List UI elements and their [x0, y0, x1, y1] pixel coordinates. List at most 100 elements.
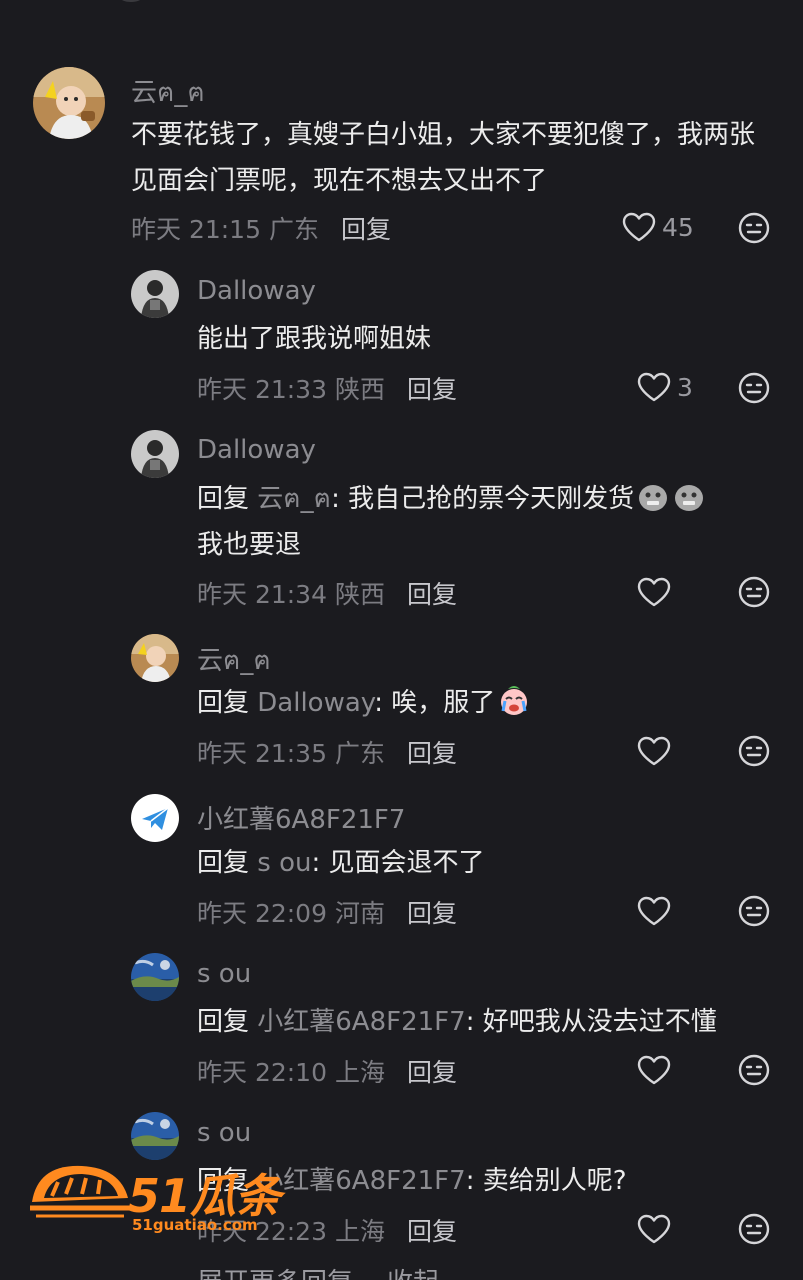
like-button[interactable] — [637, 1214, 671, 1244]
heart-outline-icon — [637, 1214, 671, 1244]
emoji-reaction-button[interactable] — [738, 1054, 770, 1086]
reply-target-username[interactable]: s ou — [257, 848, 311, 878]
comment-meta: 昨天 21:35 广东 回复 — [197, 734, 457, 770]
neutral-face-icon — [738, 372, 770, 404]
username[interactable]: s ou — [197, 1118, 251, 1148]
reply-button[interactable]: 回复 — [407, 580, 457, 609]
heart-outline-icon — [637, 896, 671, 926]
expand-more-replies-button[interactable]: 展开更多回复 — [197, 1268, 353, 1280]
reply-text: : 见面会退不了 — [311, 848, 485, 878]
neutral-face-icon — [738, 212, 770, 244]
emoji-reaction-button[interactable] — [738, 372, 770, 404]
thread-controls: 展开更多回复 收起 — [197, 1262, 439, 1280]
username[interactable]: 云ฅ_ฅ — [197, 640, 271, 681]
comment-meta: 昨天 22:09 河南 回复 — [197, 894, 457, 930]
emoji-reaction-button[interactable] — [738, 576, 770, 608]
reply-prefix: 回复 — [197, 484, 258, 514]
comment-thread: 云ฅ_ฅ 不要花钱了，真嫂子白小姐，大家不要犯傻了，我两张见面会门票呢，现在不想… — [0, 0, 803, 1280]
watermark: 51瓜条 51guatiao.com — [28, 1158, 281, 1238]
comment-text: 回复 云ฅ_ฅ: 我自己抢的票今天刚发货 我也要退 — [197, 476, 777, 568]
neutral-face-icon — [738, 895, 770, 927]
timestamp: 昨天 22:10 — [197, 1058, 327, 1087]
like-count: 3 — [677, 372, 693, 402]
reply-target-username[interactable]: 小红薯6A8F21F7 — [257, 1007, 465, 1037]
like-button[interactable] — [637, 736, 671, 766]
avatar[interactable] — [131, 1112, 179, 1160]
comment-text: 回复 s ou: 见面会退不了 — [197, 840, 767, 886]
grimace-emoji-icon — [672, 479, 706, 513]
heart-outline-icon — [637, 577, 671, 607]
avatar[interactable] — [131, 430, 179, 478]
location: 广东 — [269, 215, 320, 244]
reply-prefix: 回复 — [197, 1007, 258, 1037]
like-button[interactable] — [637, 896, 671, 926]
timestamp: 昨天 22:09 — [197, 899, 327, 928]
comment-text: 回复 小红薯6A8F21F7: 卖给别人呢? — [197, 1158, 777, 1204]
like-button[interactable] — [637, 1055, 671, 1085]
comment-text: 不要花钱了，真嫂子白小姐，大家不要犯傻了，我两张见面会门票呢，现在不想去又出不了 — [131, 120, 756, 196]
comment-text: 能出了跟我说啊姐妹 — [197, 324, 432, 354]
comment-text: 回复 小红薯6A8F21F7: 好吧我从没去过不懂 — [197, 999, 777, 1045]
grimace-emoji-icon — [636, 479, 670, 513]
heart-outline-icon — [637, 372, 671, 402]
timestamp: 昨天 21:34 — [197, 580, 327, 609]
avatar[interactable] — [131, 953, 179, 1001]
username[interactable]: Dalloway — [197, 435, 316, 465]
emoji-reaction-button[interactable] — [738, 1213, 770, 1245]
reply-target-username[interactable]: 小红薯6A8F21F7 — [257, 1166, 465, 1196]
reply-text-continued: 我也要退 — [197, 530, 302, 560]
timestamp: 昨天 21:33 — [197, 375, 327, 404]
emoji-reaction-button[interactable] — [738, 895, 770, 927]
location: 上海 — [335, 1058, 386, 1087]
comment-meta: 昨天 21:15 广东 回复 — [131, 210, 391, 246]
reply-target-username[interactable]: Dalloway — [257, 688, 374, 718]
timestamp: 昨天 21:35 — [197, 739, 327, 768]
reply-prefix: 回复 — [197, 688, 258, 718]
neutral-face-icon — [738, 1213, 770, 1245]
like-button[interactable] — [637, 577, 671, 607]
reply-prefix: 回复 — [197, 848, 258, 878]
location: 陕西 — [335, 375, 386, 404]
reply-button[interactable]: 回复 — [341, 215, 391, 244]
heart-outline-icon — [622, 212, 656, 242]
reply-text: : 卖给别人呢? — [465, 1166, 627, 1196]
collapse-button[interactable]: 收起 — [387, 1268, 439, 1280]
reply-button[interactable]: 回复 — [407, 375, 457, 404]
like-button[interactable]: 45 — [622, 212, 694, 242]
avatar[interactable] — [33, 67, 105, 139]
heart-outline-icon — [637, 736, 671, 766]
emoji-reaction-button[interactable] — [738, 212, 770, 244]
avatar[interactable] — [131, 634, 179, 682]
heart-outline-icon — [637, 1055, 671, 1085]
avatar[interactable] — [131, 794, 179, 842]
reply-text: : 唉，服了 — [374, 688, 496, 718]
username[interactable]: s ou — [197, 959, 251, 989]
reply-target-username[interactable]: 云ฅ_ฅ — [257, 484, 331, 514]
location: 上海 — [335, 1217, 386, 1246]
username[interactable]: 云ฅ_ฅ — [131, 72, 205, 113]
reply-text: : 我自己抢的票今天刚发货 — [331, 484, 635, 514]
username[interactable]: Dalloway — [197, 276, 316, 306]
neutral-face-icon — [738, 1054, 770, 1086]
reply-button[interactable]: 回复 — [407, 739, 457, 768]
comment-meta: 昨天 21:34 陕西 回复 — [197, 575, 457, 611]
reply-button[interactable]: 回复 — [407, 1217, 457, 1246]
location: 陕西 — [335, 580, 386, 609]
location: 广东 — [335, 739, 386, 768]
reply-button[interactable]: 回复 — [407, 899, 457, 928]
comment-text: 回复 Dalloway: 唉，服了 — [197, 680, 767, 726]
reply-text: : 好吧我从没去过不懂 — [465, 1007, 717, 1037]
username[interactable]: 小红薯6A8F21F7 — [197, 799, 405, 836]
crying-emoji-icon — [497, 683, 531, 717]
location: 河南 — [335, 899, 386, 928]
like-count: 45 — [662, 212, 694, 242]
comment-meta: 昨天 21:33 陕西 回复 — [197, 370, 457, 406]
watermelon-logo-icon — [30, 1165, 132, 1218]
like-button[interactable]: 3 — [637, 372, 693, 402]
avatar[interactable] — [131, 270, 179, 318]
neutral-face-icon — [738, 735, 770, 767]
watermark-url: 51guatiao.com — [132, 1216, 258, 1234]
reply-button[interactable]: 回复 — [407, 1058, 457, 1087]
comment-meta: 昨天 22:10 上海 回复 — [197, 1053, 457, 1089]
emoji-reaction-button[interactable] — [738, 735, 770, 767]
